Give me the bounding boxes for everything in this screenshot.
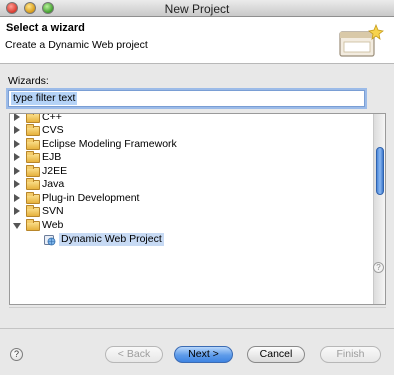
tree-item[interactable]: C++ [10, 114, 374, 124]
folder-icon [26, 124, 40, 136]
back-button[interactable]: < Back [105, 346, 163, 363]
finish-button[interactable]: Finish [320, 346, 381, 363]
folder-icon [26, 165, 40, 177]
banner-description: Create a Dynamic Web project [5, 39, 148, 51]
expand-arrow-icon[interactable] [14, 114, 20, 121]
wizards-label: Wizards: [8, 75, 49, 87]
tree-item[interactable]: Java [10, 178, 374, 191]
tree-item-label: Dynamic Web Project [59, 233, 164, 246]
help-icon[interactable]: ? [373, 262, 384, 273]
expand-arrow-icon[interactable] [14, 140, 20, 148]
window-title: New Project [164, 2, 230, 16]
wizard-banner: Select a wizard Create a Dynamic Web pro… [0, 17, 394, 64]
tree-item[interactable]: CVS [10, 124, 374, 137]
wizard-description-area [9, 307, 386, 314]
folder-icon [26, 219, 40, 231]
wizard-content: Wizards: type filter text C++ CVS Eclips… [0, 64, 394, 328]
tree-item[interactable]: SVN [10, 205, 374, 218]
collapse-arrow-icon[interactable] [13, 223, 21, 229]
expand-arrow-icon[interactable] [14, 194, 20, 202]
button-bar: ? < Back Next > Cancel Finish [0, 328, 394, 375]
expand-arrow-icon[interactable] [14, 126, 20, 134]
tree-item[interactable]: Eclipse Modeling Framework [10, 138, 374, 151]
scrollbar-thumb[interactable] [376, 147, 384, 195]
wizard-tree[interactable]: C++ CVS Eclipse Modeling Framework EJB J… [9, 113, 386, 305]
web-project-icon [44, 235, 56, 246]
next-button[interactable]: Next > [174, 346, 233, 363]
folder-icon [26, 192, 40, 204]
expand-arrow-icon[interactable] [14, 180, 20, 188]
cancel-button[interactable]: Cancel [247, 346, 305, 363]
banner-title: Select a wizard [6, 22, 85, 34]
folder-icon [26, 151, 40, 163]
expand-arrow-icon[interactable] [14, 167, 20, 175]
tree-item[interactable]: Web [10, 219, 374, 232]
tree-item-selected[interactable]: Dynamic Web Project [10, 233, 374, 246]
tree-item[interactable]: EJB [10, 151, 374, 164]
folder-icon [26, 205, 40, 217]
wizard-banner-icon [339, 23, 384, 57]
filter-input-text: type filter text [11, 92, 78, 105]
filter-input[interactable]: type filter text [8, 90, 365, 107]
expand-arrow-icon[interactable] [14, 207, 20, 215]
folder-icon [26, 178, 40, 190]
title-bar: New Project [0, 0, 394, 17]
expand-arrow-icon[interactable] [14, 153, 20, 161]
tree-item[interactable]: J2EE [10, 165, 374, 178]
help-button[interactable]: ? [10, 348, 23, 361]
tree-item[interactable]: Plug-in Development [10, 192, 374, 205]
tree-scrollbar[interactable] [373, 114, 385, 304]
folder-icon [26, 138, 40, 150]
folder-icon [26, 114, 40, 123]
